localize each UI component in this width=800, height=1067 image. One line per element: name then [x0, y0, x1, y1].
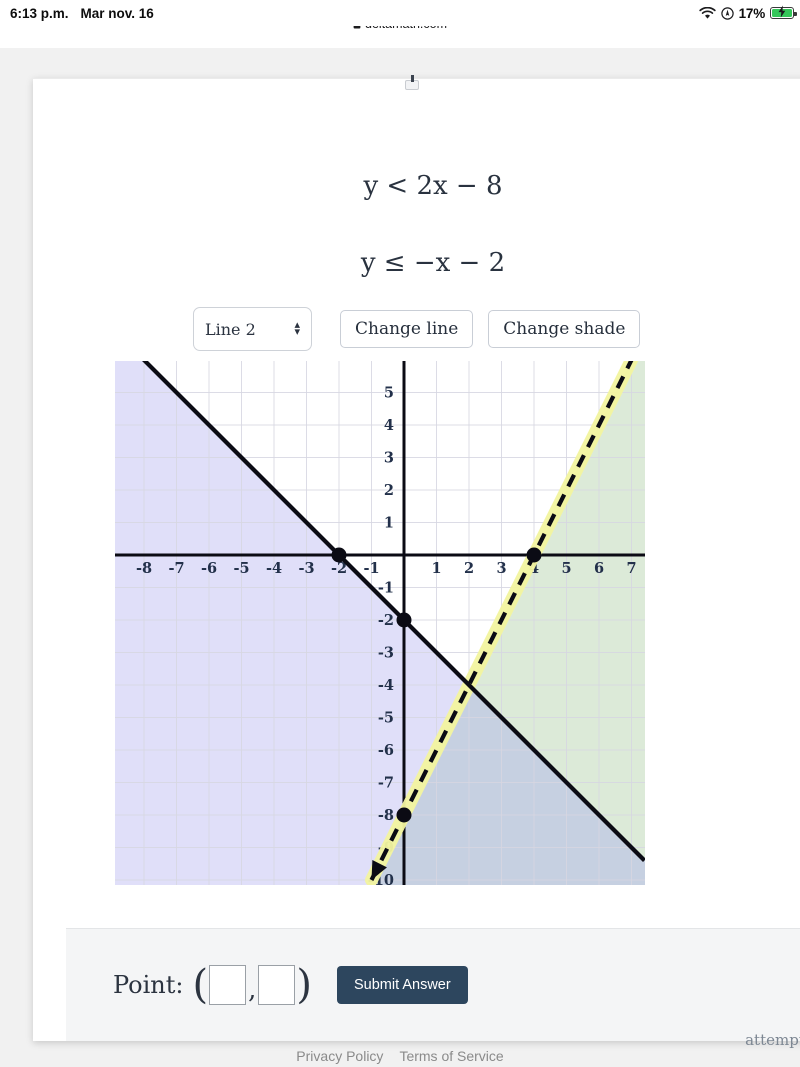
point-label: Point: — [113, 971, 184, 999]
submit-answer-button[interactable]: Submit Answer — [336, 966, 468, 1004]
svg-text:-1: -1 — [363, 560, 379, 577]
attempt-counter: attempt 1 out of — [745, 1031, 800, 1049]
status-time: 6:13 p.m. — [10, 5, 69, 21]
point-answer-row: Point: ( , ) Submit Answer — [113, 965, 468, 1005]
page-footer: Privacy Policy Terms of Service — [0, 1048, 800, 1064]
svg-text:3: 3 — [496, 560, 506, 577]
battery-percent-label: 17% — [738, 5, 766, 21]
answer-bar: Point: ( , ) Submit Answer attempt 1 out… — [66, 928, 800, 1049]
clipped-widget-above — [405, 75, 419, 90]
graph-canvas[interactable]: -8-7-6-5-4-3-2-1123456754321-1-2-3-4-5-6… — [115, 361, 645, 885]
line-select[interactable]: Line 2 ▴ ▾ — [193, 307, 312, 351]
point-y-input[interactable] — [258, 965, 296, 1005]
svg-text:-6: -6 — [378, 742, 394, 759]
svg-text:3: 3 — [384, 450, 394, 467]
inequality-graph[interactable]: -8-7-6-5-4-3-2-1123456754321-1-2-3-4-5-6… — [115, 361, 645, 885]
open-paren: ( — [192, 962, 209, 1008]
svg-text:-8: -8 — [378, 807, 394, 824]
inequality-2: y ≤ −x − 2 — [360, 248, 506, 278]
status-date: Mar nov. 16 — [80, 5, 154, 21]
svg-text:-2: -2 — [378, 612, 394, 629]
change-line-button[interactable]: Change line — [340, 310, 474, 348]
svg-text:1: 1 — [384, 515, 394, 532]
location-icon — [720, 6, 734, 20]
svg-text:4: 4 — [384, 417, 394, 434]
svg-text:5: 5 — [384, 385, 394, 402]
problem-card: y < 2x − 8 y ≤ −x − 2 Line 2 ▴ ▾ Change l… — [33, 75, 800, 1049]
svg-text:6: 6 — [594, 560, 604, 577]
page-background: y < 2x − 8 y ≤ −x − 2 Line 2 ▴ ▾ Change l… — [0, 48, 800, 1067]
terms-of-service-link[interactable]: Terms of Service — [399, 1048, 503, 1064]
browser-chrome: deltamath.com — [0, 12, 800, 48]
privacy-policy-link[interactable]: Privacy Policy — [296, 1048, 383, 1064]
svg-text:2: 2 — [384, 482, 394, 499]
svg-text:-3: -3 — [298, 560, 314, 577]
line-select-value: Line 2 — [205, 319, 256, 339]
svg-text:-5: -5 — [378, 710, 394, 727]
svg-text:7: 7 — [626, 560, 636, 577]
svg-text:1: 1 — [431, 560, 441, 577]
svg-text:5: 5 — [561, 560, 571, 577]
wifi-icon — [698, 6, 716, 20]
close-paren: ) — [296, 962, 312, 1008]
svg-text:-5: -5 — [233, 560, 249, 577]
svg-text:-7: -7 — [168, 560, 184, 577]
chevron-updown-icon: ▴ ▾ — [294, 318, 300, 338]
svg-text:2: 2 — [464, 560, 474, 577]
svg-text:-4: -4 — [266, 560, 282, 577]
change-shade-button[interactable]: Change shade — [488, 310, 641, 348]
status-right-cluster: 17% — [698, 5, 797, 21]
svg-text:-8: -8 — [136, 560, 152, 577]
graph-controls: Line 2 ▴ ▾ Change line Change shade — [193, 307, 641, 351]
svg-text:-3: -3 — [378, 645, 394, 662]
card-top-divider — [33, 78, 800, 79]
comma-separator: , — [248, 975, 257, 1005]
inequality-1: y < 2x − 8 — [363, 171, 503, 201]
svg-text:-7: -7 — [378, 775, 394, 792]
point-x-input[interactable] — [209, 965, 247, 1005]
svg-text:-6: -6 — [201, 560, 217, 577]
ios-status-bar: 6:13 p.m. Mar nov. 16 17% — [0, 0, 800, 26]
battery-charging-icon — [770, 5, 797, 19]
svg-text:-4: -4 — [378, 677, 394, 694]
